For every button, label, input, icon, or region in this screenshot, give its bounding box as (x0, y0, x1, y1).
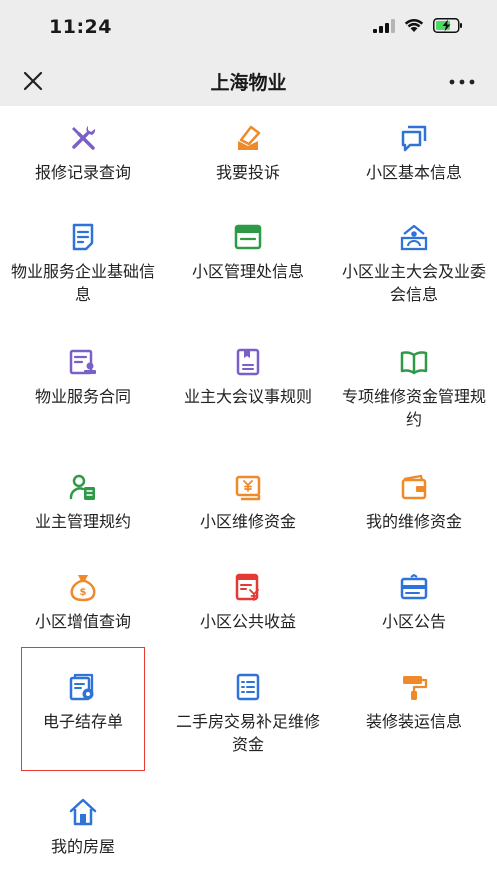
menu-item-label: 二手房交易补足维修资金 (175, 712, 320, 754)
chat-window-icon (401, 125, 427, 152)
svg-text:$: $ (80, 587, 87, 598)
menu-item-enterprise-info[interactable]: 物业服务企业基础信息 (2, 222, 164, 306)
more-icon[interactable] (447, 70, 477, 94)
complaint-icon (238, 125, 261, 150)
menu-item-complaint[interactable]: 我要投诉 (167, 123, 329, 184)
person-doc-icon (69, 474, 95, 500)
menu-item-label: 小区增值查询 (34, 612, 131, 631)
menu-item-value-added[interactable]: $ 小区增值查询 (2, 572, 164, 633)
paint-roller-icon (403, 676, 428, 700)
menu-item-label: 物业服务合同 (34, 387, 131, 406)
status-icons (373, 18, 463, 33)
menu-item-label: 小区维修资金 (199, 512, 296, 531)
menu-item-management-office[interactable]: 小区管理处信息 (167, 222, 329, 283)
menu-item-label: 报修记录查询 (34, 163, 131, 182)
nav-bar: 上海物业 (0, 56, 497, 106)
menu-item-renovation-info[interactable]: 装修装运信息 (333, 672, 495, 733)
yen-bill-icon (235, 475, 261, 501)
notice-card-icon (400, 574, 428, 600)
menu-item-second-hand-fund[interactable]: 二手房交易补足维修资金 (167, 672, 329, 756)
menu-item-label: 业主管理规约 (34, 512, 131, 531)
menu-item-repair-records[interactable]: 报修记录查询 (2, 123, 164, 184)
menu-item-label: 我要投诉 (215, 163, 280, 182)
window-panel-icon (234, 224, 262, 250)
menu-item-owners-assembly[interactable]: 小区业主大会及业委会信息 (333, 222, 495, 306)
menu-item-label: 我的维修资金 (365, 512, 462, 531)
wallet-icon (401, 474, 427, 500)
status-bar: 11:24 (0, 0, 497, 56)
menu-item-community-repair-fund[interactable]: 小区维修资金 (167, 472, 329, 533)
menu-item-label: 我的房屋 (50, 837, 115, 856)
menu-item-label: 小区基本信息 (365, 163, 462, 182)
signal-icon (373, 18, 395, 33)
rulebook-icon (236, 348, 260, 376)
menu-item-my-repair-fund[interactable]: 我的维修资金 (333, 472, 495, 533)
menu-item-service-contract[interactable]: 物业服务合同 (2, 347, 164, 408)
status-time: 11:24 (49, 16, 112, 38)
page-title: 上海物业 (210, 72, 287, 94)
tools-icon (72, 126, 96, 150)
menu-item-label: 专项维修资金管理规约 (341, 387, 486, 429)
money-bag-icon: $ (70, 575, 96, 602)
open-book-icon (400, 351, 428, 375)
yen-receipt-icon (235, 573, 259, 601)
home-icon (69, 798, 97, 826)
selection-highlight-box (21, 647, 145, 771)
menu-item-repair-fund-rules[interactable]: 专项维修资金管理规约 (333, 347, 495, 431)
menu-item-meeting-rules[interactable]: 业主大会议事规则 (167, 347, 329, 408)
menu-item-label: 小区管理处信息 (191, 262, 304, 281)
contract-stamp-icon (69, 349, 96, 375)
document-icon (72, 223, 94, 251)
community-house-icon (400, 224, 428, 251)
list-document-icon (236, 673, 260, 701)
battery-charging-icon (433, 18, 462, 33)
menu-item-label: 小区公共收益 (199, 612, 296, 631)
menu-item-label: 物业服务企业基础信息 (10, 262, 155, 304)
menu-item-public-income[interactable]: 小区公共收益 (167, 572, 329, 633)
menu-item-label: 小区业主大会及业委会信息 (341, 262, 486, 304)
wifi-icon (404, 18, 424, 32)
menu-item-owner-rules[interactable]: 业主管理规约 (2, 472, 164, 533)
menu-item-community-info[interactable]: 小区基本信息 (333, 123, 495, 184)
menu-item-label: 装修装运信息 (365, 712, 462, 731)
menu-item-label: 业主大会议事规则 (183, 387, 312, 406)
menu-item-community-notice[interactable]: 小区公告 (333, 572, 495, 633)
menu-item-my-house[interactable]: 我的房屋 (2, 797, 164, 858)
menu-item-label: 小区公告 (381, 612, 446, 631)
